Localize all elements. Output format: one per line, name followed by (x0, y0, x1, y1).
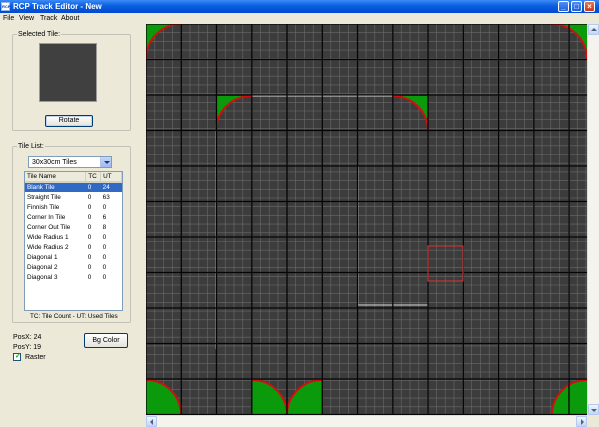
used-tiles-cell: 63 (102, 193, 110, 201)
tile-name-cell: Finnish Tile (27, 203, 60, 211)
menu-about[interactable]: About (61, 14, 79, 23)
tile-count-cell: 0 (87, 233, 92, 241)
selected-tile-preview (39, 43, 97, 102)
tile-name-cell: Wide Radius 1 (27, 233, 69, 241)
table-row[interactable]: Finnish Tile 0 0 (25, 202, 122, 212)
tile-count-cell: 0 (87, 273, 92, 281)
column-header-ut[interactable]: UT (100, 172, 122, 183)
scroll-down-icon[interactable] (588, 404, 599, 415)
tile-count-cell: 0 (87, 243, 92, 251)
table-row[interactable]: Corner In Tile 0 6 (25, 212, 122, 222)
vertical-scroll-track[interactable] (588, 36, 599, 402)
tile-list-label: Tile List: (17, 142, 45, 151)
window-title: RCP Track Editor - New (13, 2, 102, 11)
minimize-button[interactable]: _ (558, 1, 569, 12)
canvas-background (146, 24, 587, 415)
table-row[interactable]: Straight Tile 0 63 (25, 192, 122, 202)
selected-tile-label: Selected Tile: (17, 30, 62, 39)
scroll-corner (587, 415, 599, 427)
chevron-down-icon[interactable] (100, 157, 111, 167)
column-header-tc[interactable]: TC (85, 172, 102, 183)
tile-name-cell: Diagonal 2 (27, 263, 58, 271)
used-tiles-cell: 6 (102, 213, 107, 221)
tile-table: Tile Name TC UT Blank Tile 0 24 Straight T… (24, 171, 123, 311)
tile-table-legend: TC: Tile Count - UT: Used Tiles (30, 313, 118, 320)
used-tiles-cell: 8 (102, 223, 107, 231)
tile-list-group: Tile List: 30x30cm Tiles Tile Name TC UT… (12, 142, 131, 323)
tile-count-cell: 0 (87, 203, 92, 211)
used-tiles-cell: 0 (102, 273, 107, 281)
used-tiles-cell: 0 (102, 203, 107, 211)
selected-tile-group: Selected Tile: Rotate (12, 30, 131, 131)
checkmark-icon: ✓ (15, 353, 21, 360)
tile-count-cell: 0 (87, 193, 92, 201)
tile-name-cell: Straight Tile (27, 193, 61, 201)
tile-set-select-value: 30x30cm Tiles (32, 159, 77, 166)
pos-x-readout: PosX: 24 (13, 334, 42, 341)
tile-count-cell: 0 (87, 253, 92, 261)
horizontal-scroll-track[interactable] (158, 416, 575, 427)
column-header-tile-name[interactable]: Tile Name (25, 172, 87, 183)
track-canvas[interactable] (146, 24, 587, 415)
tile-count-cell: 0 (87, 213, 92, 221)
used-tiles-cell: 24 (100, 182, 122, 192)
tile-name-cell: Corner In Tile (27, 213, 66, 221)
menu-bar: File View Track About (0, 13, 599, 24)
app-window: RCP RCP Track Editor - New _ □ × File Vi… (0, 0, 599, 427)
table-row[interactable]: Diagonal 3 0 0 (25, 272, 122, 282)
tile-count-cell: 0 (87, 223, 92, 231)
tile-name-cell: Corner Out Tile (27, 223, 71, 231)
title-bar[interactable]: RCP RCP Track Editor - New _ □ × (0, 0, 599, 13)
used-tiles-cell: 0 (102, 233, 107, 241)
app-icon: RCP (1, 2, 11, 11)
scroll-left-icon[interactable] (146, 416, 157, 427)
tile-name-cell: Diagonal 1 (27, 253, 58, 261)
menu-view[interactable]: View (19, 14, 34, 23)
scroll-right-icon[interactable] (576, 416, 587, 427)
menu-track[interactable]: Track (40, 14, 57, 23)
table-row[interactable]: Corner Out Tile 0 8 (25, 222, 122, 232)
tile-name-cell: Diagonal 3 (27, 273, 58, 281)
tile-name-cell: Blank Tile (25, 182, 86, 192)
table-row[interactable]: Diagonal 2 0 0 (25, 262, 122, 272)
raster-label: Raster (25, 354, 46, 361)
used-tiles-cell: 0 (102, 263, 107, 271)
horizontal-scrollbar[interactable] (146, 415, 587, 427)
used-tiles-cell: 0 (102, 253, 107, 261)
table-row[interactable]: Blank Tile 0 24 (25, 182, 122, 192)
rotate-button[interactable]: Rotate (45, 115, 93, 127)
table-row[interactable]: Wide Radius 1 0 0 (25, 232, 122, 242)
tile-count-cell: 0 (87, 263, 92, 271)
vertical-scrollbar[interactable] (587, 24, 599, 415)
tile-set-select[interactable]: 30x30cm Tiles (28, 156, 112, 168)
menu-file[interactable]: File (3, 14, 14, 23)
pos-y-readout: PosY: 19 (13, 344, 42, 351)
maximize-button[interactable]: □ (571, 1, 582, 12)
raster-checkbox[interactable]: ✓ (13, 353, 21, 361)
table-header-row: Tile Name TC UT (25, 172, 122, 183)
used-tiles-cell: 0 (102, 243, 107, 251)
table-row[interactable]: Wide Radius 2 0 0 (25, 242, 122, 252)
scroll-up-icon[interactable] (588, 24, 599, 35)
track-grid (146, 24, 587, 415)
tile-count-cell: 0 (85, 182, 101, 192)
table-row[interactable]: Diagonal 1 0 0 (25, 252, 122, 262)
bg-color-button[interactable]: Bg Color (84, 333, 128, 348)
tile-name-cell: Wide Radius 2 (27, 243, 69, 251)
close-button[interactable]: × (584, 1, 595, 12)
